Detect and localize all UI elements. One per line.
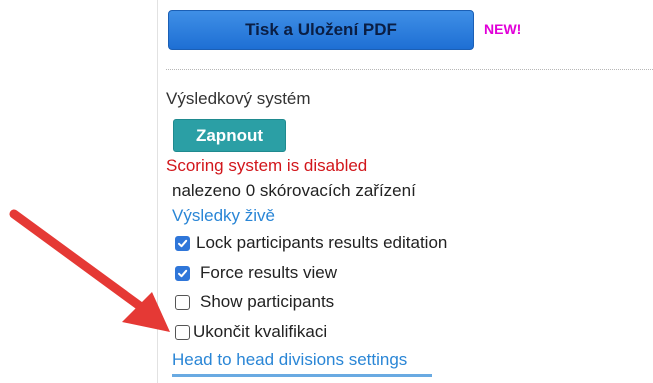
scoring-status-text: Scoring system is disabled xyxy=(166,156,368,175)
checkbox-unchecked[interactable] xyxy=(175,324,190,340)
option-end-qualification[interactable]: Ukončit kvalifikaci xyxy=(175,322,327,342)
clipped-link[interactable] xyxy=(172,374,432,383)
checkbox-unchecked[interactable] xyxy=(175,294,190,310)
section-separator xyxy=(166,69,653,70)
option-lock-results[interactable]: Lock participants results editation xyxy=(175,233,447,253)
page: Tisk a Uložení PDF NEW! Výsledkový systé… xyxy=(0,0,653,383)
option-label: Ukončit kvalifikaci xyxy=(193,322,328,341)
print-save-pdf-button[interactable]: Tisk a Uložení PDF xyxy=(168,10,474,50)
option-label: Show participants xyxy=(200,292,335,311)
enable-scoring-label: Zapnout xyxy=(195,125,264,145)
h2h-divisions-settings-link[interactable]: Head to head divisions settings xyxy=(172,350,407,370)
check-icon xyxy=(178,239,188,247)
sidebar-divider xyxy=(157,0,158,383)
checkbox-checked[interactable] xyxy=(175,265,190,281)
print-save-pdf-label: Tisk a Uložení PDF xyxy=(245,20,397,39)
live-results-link[interactable]: Výsledky živě xyxy=(172,206,275,226)
new-badge: NEW! xyxy=(484,21,522,37)
check-icon xyxy=(178,269,188,277)
option-show-participants[interactable]: Show participants xyxy=(175,292,334,312)
option-label: Lock participants results editation xyxy=(196,233,448,252)
option-label: Force results view xyxy=(200,263,337,282)
scoring-devices-count: nalezeno 0 skórovacích zařízení xyxy=(172,181,416,200)
checkbox-checked[interactable] xyxy=(175,235,190,251)
option-force-results-view[interactable]: Force results view xyxy=(175,263,337,283)
enable-scoring-button[interactable]: Zapnout xyxy=(173,119,286,152)
scoring-section-title: Výsledkový systém xyxy=(166,89,311,108)
